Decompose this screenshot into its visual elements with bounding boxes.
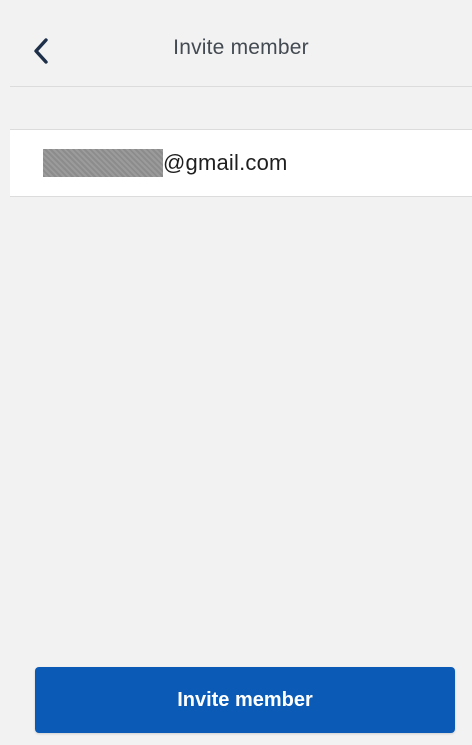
invite-member-screen: Invite member @gmail.com Invite member	[10, 12, 472, 745]
page-title: Invite member	[173, 36, 309, 59]
section-spacer	[10, 87, 472, 130]
email-field[interactable]: @gmail.com	[10, 130, 472, 197]
invite-member-button[interactable]: Invite member	[35, 667, 455, 733]
redacted-email-local-part	[43, 149, 163, 177]
top-app-bar: Invite member	[10, 12, 472, 87]
email-domain-text: @gmail.com	[163, 150, 288, 175]
